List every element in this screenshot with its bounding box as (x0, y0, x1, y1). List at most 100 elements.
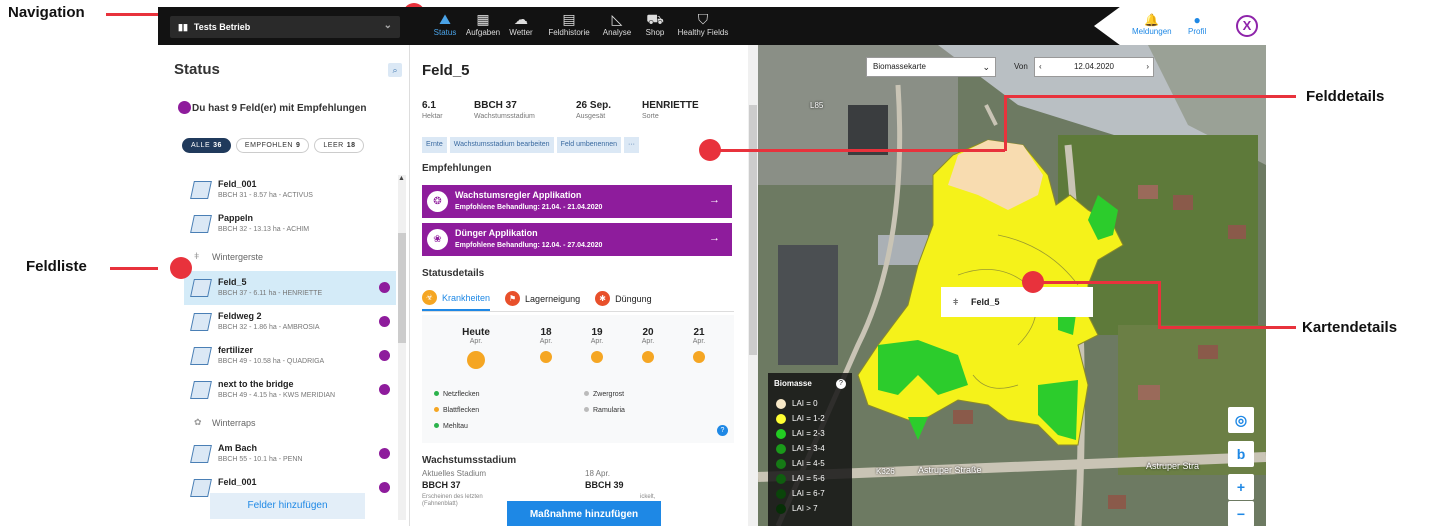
scrollbar-thumb[interactable] (398, 233, 406, 343)
biomass-legend: Biomasse ? LAI = 0 LAI = 1-2 LAI = 2-3 L… (768, 373, 852, 526)
locate-button[interactable]: ◎ (1228, 407, 1254, 433)
list-item-selected[interactable]: Feld_5 BBCH 37 - 6.11 ha - HENRIETTE (184, 271, 396, 305)
legend-swatch (776, 399, 786, 409)
status-details-heading: Statusdetails (422, 268, 485, 279)
more-button[interactable]: ··· (624, 137, 640, 153)
risk-indicator-icon (540, 351, 552, 363)
list-scrollbar[interactable] (398, 175, 406, 520)
tab-duengung[interactable]: ✱ Düngung (595, 286, 652, 311)
legend-swatch (776, 504, 786, 514)
nav-aufgaben[interactable]: ▦ Aufgaben (464, 10, 502, 44)
annotation-line (1004, 95, 1296, 98)
filter-all[interactable]: ALLE 36 (182, 138, 231, 153)
list-item[interactable]: Feld_001 BBCH 31 - 8.57 ha - ACTIVUS (184, 173, 396, 207)
feldliste-annotation: Feldliste (26, 258, 87, 275)
annotation-line (1158, 281, 1161, 328)
list-item[interactable]: fertilizer BBCH 49 - 10.58 ha - QUADRIGA (184, 339, 396, 373)
bing-layer-button[interactable]: b (1228, 441, 1254, 467)
profile-button[interactable]: ● Profil (1188, 13, 1206, 36)
weather-icon: ☁ (514, 11, 528, 27)
search-icon[interactable]: ⌕ (388, 63, 402, 77)
legend-item: Netzflecken (434, 391, 480, 398)
fertilizing-icon: ✱ (595, 291, 611, 306)
details-scrollbar[interactable] (748, 45, 758, 526)
recommendation-dot (379, 316, 390, 327)
legend-item: LAI = 2-3 (776, 429, 825, 439)
nav-analyse[interactable]: ◺ Analyse (598, 10, 636, 44)
help-icon[interactable]: ? (717, 425, 728, 436)
nav-feldhistorie[interactable]: ▤ Feldhistorie (540, 10, 598, 44)
list-item[interactable]: Pappeln BBCH 32 - 13.13 ha - ACHIM (184, 207, 396, 241)
status-tabs: ☣ Krankheiten ⚑ Lagerneigung ✱ Düngung (422, 286, 734, 312)
filter-pills: ALLE 36 EMPFOHLEN 9 LEER 18 (182, 138, 365, 153)
nav-healthy-fields[interactable]: ⛉ Healthy Fields (674, 10, 732, 44)
add-fields-button[interactable]: Felder hinzufügen (210, 493, 365, 519)
chevron-right-icon[interactable]: › (1146, 58, 1149, 76)
legend-dot (584, 391, 589, 396)
legend-item: Mehltau (434, 423, 468, 430)
main-nav: ⛰ Status ▦ Aufgaben ☁ Wetter ▤ Feldhistorie … (426, 10, 732, 44)
nav-wetter[interactable]: ☁ Wetter (502, 10, 540, 44)
risk-indicator-icon (467, 351, 485, 369)
recommendation-card[interactable]: ❂ Wachstumsregler Applikation Empfohlene… (422, 185, 732, 218)
edit-growth-stage-button[interactable]: Wachstumsstadium bearbeiten (449, 137, 554, 153)
scrollbar-thumb[interactable] (749, 105, 757, 355)
legend-item: Zwergrost (584, 391, 624, 398)
chevron-down-icon: ⌄ (982, 62, 990, 72)
forecast-day[interactable]: 18 Apr. (526, 327, 566, 363)
date-picker[interactable]: ‹ 12.04.2020 › (1034, 57, 1154, 77)
recommendation-dot (178, 101, 191, 114)
notifications-button[interactable]: 🔔 Meldungen (1132, 13, 1172, 36)
close-button[interactable]: X (1236, 15, 1258, 37)
tab-lagerneigung[interactable]: ⚑ Lagerneigung (505, 286, 580, 311)
scroll-up-icon[interactable]: ▲ (398, 175, 405, 182)
legend-swatch (776, 489, 786, 499)
add-measure-button[interactable]: Maßnahme hinzufügen (507, 501, 661, 526)
field-shape-icon (190, 381, 212, 399)
recommendation-dot (379, 482, 390, 493)
info-icon[interactable]: ? (836, 379, 846, 389)
legend-item: LAI = 6-7 (776, 489, 825, 499)
list-item[interactable]: next to the bridge BBCH 49 - 4.15 ha - KW… (184, 373, 396, 407)
chevron-left-icon[interactable]: ‹ (1039, 58, 1042, 76)
top-right-panel: 🔔 Meldungen ● Profil X (1094, 7, 1266, 45)
risk-indicator-icon (591, 351, 603, 363)
legend-swatch (776, 414, 786, 424)
growth-regulator-icon: ❂ (427, 191, 448, 212)
zoom-out-button[interactable]: − (1228, 501, 1254, 526)
nav-shop[interactable]: ⛟ Shop (636, 10, 674, 44)
nav-status[interactable]: ⛰ Status (426, 10, 464, 44)
filter-empty[interactable]: LEER 18 (314, 138, 365, 153)
list-item[interactable]: Am Bach BBCH 55 - 10.1 ha - PENN (184, 437, 396, 471)
shield-icon: ⛉ (697, 11, 709, 27)
field-details-panel: Feld_5 6.1 Hektar BBCH 37 Wachstumsstadium… (410, 45, 758, 526)
map-layer-select[interactable]: Biomassekarte ⌄ (866, 57, 996, 77)
tab-krankheiten[interactable]: ☣ Krankheiten (422, 286, 491, 311)
field-list-panel: Status ⌕ Du hast 9 Feld(er) mit Empfehlu… (158, 45, 410, 526)
farm-name: Tests Betrieb (193, 22, 251, 32)
legend-dot (434, 391, 439, 396)
forecast-day[interactable]: 19 Apr. (577, 327, 617, 363)
arrow-right-icon: → (709, 194, 720, 206)
forecast-day[interactable]: 21 Apr. (679, 327, 719, 363)
crop-group-header: ǂ Wintergerste (194, 251, 264, 262)
stat-hectare: 6.1 Hektar (422, 100, 443, 120)
legend-item: LAI = 0 (776, 399, 818, 409)
list-item[interactable]: Feldweg 2 BBCH 32 - 1.86 ha - AMBROSIA (184, 305, 396, 339)
from-label: Von (1014, 62, 1028, 71)
recommendation-card[interactable]: ❀ Dünger Applikation Empfohlene Behandlu… (422, 223, 732, 256)
harvest-button[interactable]: Ernte (422, 137, 447, 153)
stat-variety: HENRIETTE Sorte (642, 100, 699, 120)
legend-item: LAI > 7 (776, 504, 818, 514)
rapeseed-icon: ✿ (194, 417, 202, 427)
map-panel[interactable]: Biomassekarte ⌄ Von ‹ 12.04.2020 › L85 K326… (758, 45, 1266, 526)
forecast-day[interactable]: Heute Apr. (456, 327, 496, 369)
field-map-tooltip[interactable]: ǂ Feld_5 (941, 287, 1093, 317)
filter-recommended[interactable]: EMPFOHLEN 9 (235, 138, 310, 153)
zoom-in-button[interactable]: + (1228, 474, 1254, 500)
rename-field-button[interactable]: Feld umbenennen (556, 137, 622, 153)
crop-group-header: ✿ Winterraps (194, 417, 256, 428)
calendar-icon: ▦ (476, 11, 490, 27)
forecast-day[interactable]: 20 Apr. (628, 327, 668, 363)
farm-selector[interactable]: ▮▮ Tests Betrieb ⌄ (170, 16, 400, 38)
